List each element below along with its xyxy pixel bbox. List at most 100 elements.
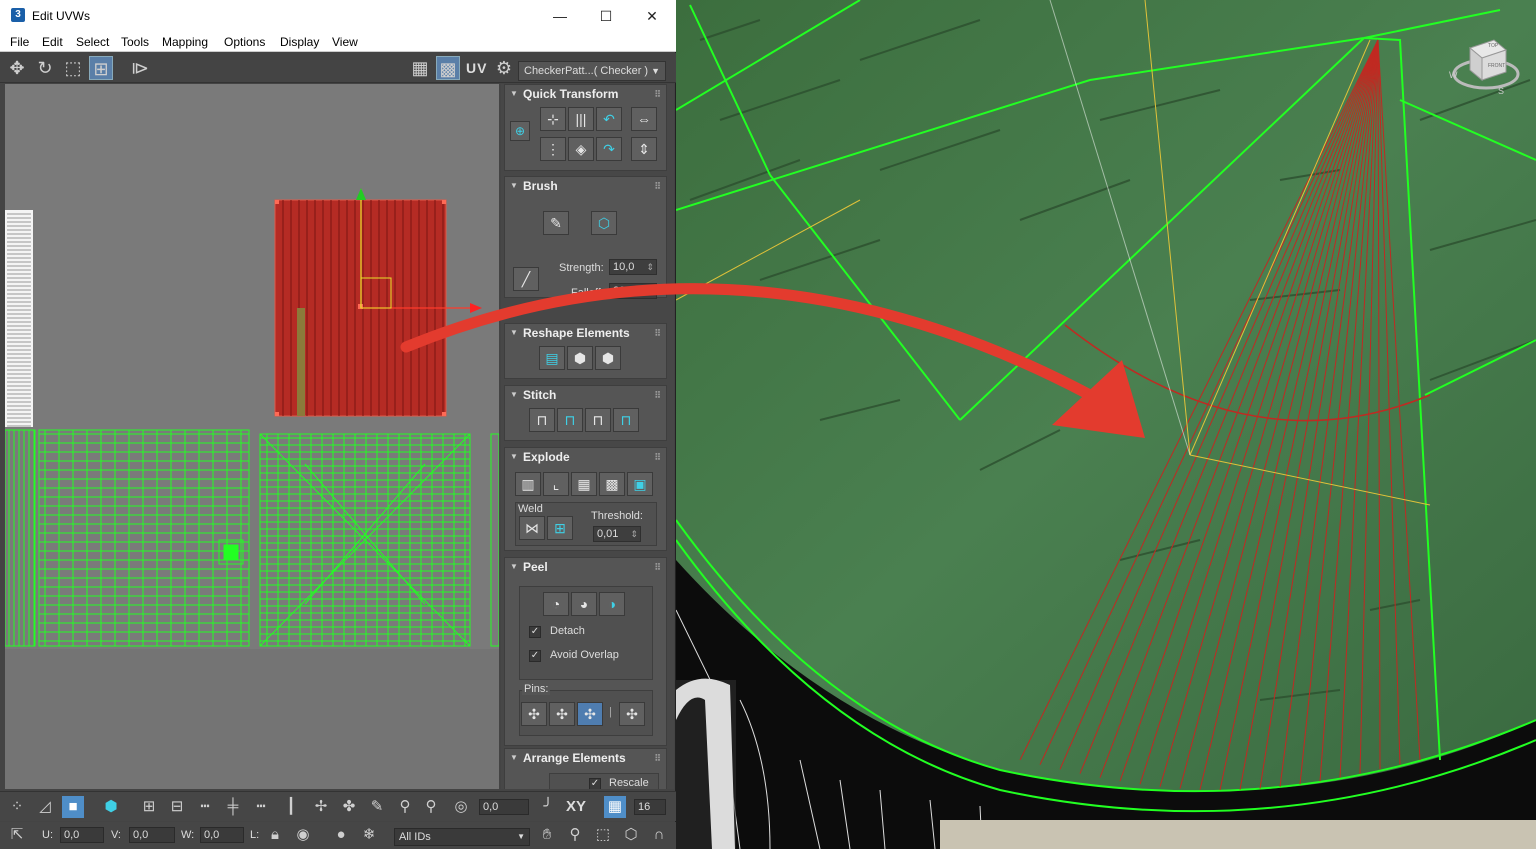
stitch-average-icon[interactable]: ⊓	[585, 408, 611, 432]
edge-loop-icon[interactable]: ┅	[250, 796, 272, 818]
peel-mode-icon[interactable]: ◕	[571, 592, 597, 616]
zoom-icon[interactable]: ⚲	[564, 824, 586, 846]
detach-checkbox[interactable]: ✓	[529, 626, 541, 638]
peel-reset-icon[interactable]: ◑	[599, 592, 625, 616]
v-field[interactable]: 0,0	[129, 827, 175, 843]
explode-header[interactable]: Explode⠿	[505, 448, 666, 466]
perspective-viewport[interactable]: TOP FRONT W S	[676, 0, 1536, 849]
checker-toggle-icon[interactable]: ▦	[408, 56, 432, 80]
material-id-dropdown[interactable]: All IDs ▼	[394, 828, 530, 846]
grid-size-spinner[interactable]: 16	[634, 799, 666, 815]
select-pins-icon[interactable]: ✣	[619, 702, 645, 726]
w-field[interactable]: 0,0	[200, 827, 244, 843]
quick-transform-header[interactable]: Quick Transform⠿	[505, 85, 666, 103]
freeze-toggle-icon[interactable]: ●	[330, 824, 352, 846]
minimize-button[interactable]: —	[537, 0, 583, 32]
stitch-header[interactable]: Stitch⠿	[505, 386, 666, 404]
threshold-spinner[interactable]: 0,01	[593, 526, 641, 542]
menu-options[interactable]: Options	[224, 35, 265, 49]
pan-icon[interactable]: ✋︎	[536, 824, 558, 846]
relax-settings-icon[interactable]: ⬢	[595, 346, 621, 370]
mirror-icon[interactable]: ⧐	[128, 56, 152, 80]
grow-selection-icon[interactable]: ⊞	[138, 796, 160, 818]
quick-peel-icon[interactable]: ◔	[543, 592, 569, 616]
soft-selection-icon[interactable]: ◎	[450, 796, 472, 818]
stitch-to-source-icon[interactable]: ⊓	[557, 408, 583, 432]
break-icon[interactable]: ▥	[515, 472, 541, 496]
falloff-curve-icon[interactable]: ╯	[537, 796, 559, 818]
menu-view[interactable]: View	[332, 35, 358, 49]
freeze-icon[interactable]: ❄	[358, 824, 380, 846]
element-mode-icon[interactable]: ⬢	[100, 796, 122, 818]
flatten-by-smoothing-icon[interactable]: ▩	[599, 472, 625, 496]
vertex-mode-icon[interactable]: ⁘	[6, 796, 28, 818]
pin-icon[interactable]: ✣	[521, 702, 547, 726]
straighten-selection-icon[interactable]: ▤	[539, 346, 565, 370]
ring-icon[interactable]: ┅	[194, 796, 216, 818]
paint-select-icon[interactable]: ✎	[366, 796, 388, 818]
menu-file[interactable]: File	[10, 35, 29, 49]
flatten-by-angle-icon[interactable]: ⌞	[543, 472, 569, 496]
snap-grid-icon[interactable]: ▦	[604, 796, 626, 818]
straighten-icon[interactable]: ◈	[568, 137, 594, 161]
rotate-cw-icon[interactable]: ↷	[596, 137, 622, 161]
weld-target-icon[interactable]: ⋈	[519, 516, 545, 540]
uv-space-label[interactable]: UV	[466, 60, 487, 76]
point-to-point-icon[interactable]: ┃	[280, 796, 302, 818]
relax-icon[interactable]: ⬢	[567, 346, 593, 370]
rotate-ccw-icon[interactable]: ↶	[596, 107, 622, 131]
hide-icon[interactable]: ◉	[292, 824, 314, 846]
snap-icon[interactable]: ∩	[648, 824, 670, 846]
loop-icon[interactable]: ╪	[222, 796, 244, 818]
space-vertical-icon[interactable]: |||	[568, 107, 594, 131]
menu-edit[interactable]: Edit	[42, 35, 63, 49]
stitch-to-target-icon[interactable]: ⊓	[613, 408, 639, 432]
close-button[interactable]: ✕	[629, 0, 675, 32]
maximize-button[interactable]: ☐	[583, 0, 629, 32]
menu-select[interactable]: Select	[76, 35, 109, 49]
shrink-selection-icon[interactable]: ⊟	[166, 796, 188, 818]
zoom-region-icon[interactable]: ⬚	[592, 824, 614, 846]
paint-grow-icon[interactable]: ⚲	[394, 796, 416, 818]
avoid-overlap-checkbox[interactable]: ✓	[529, 650, 541, 662]
freeform-mode-icon[interactable]: ⊞	[89, 56, 113, 80]
texture-dropdown[interactable]: CheckerPatt...( Checker ) ▼	[518, 61, 666, 81]
paint-shrink-icon[interactable]: ⚲	[420, 796, 442, 818]
menu-tools[interactable]: Tools	[121, 35, 149, 49]
falloff-spinner[interactable]: 20,0	[609, 283, 657, 299]
move-icon[interactable]: ✥	[5, 56, 29, 80]
soft-selection-falloff-spinner[interactable]: 0,0	[479, 799, 529, 815]
rescale-checkbox[interactable]: ✓	[589, 778, 601, 789]
menu-mapping[interactable]: Mapping	[162, 35, 208, 49]
zoom-extents-icon[interactable]: ⬡	[620, 824, 642, 846]
weld-selected-icon[interactable]: ⊞	[547, 516, 573, 540]
texture-settings-icon[interactable]: ⚙	[492, 56, 516, 80]
arrange-header[interactable]: Arrange Elements⠿	[505, 749, 666, 767]
stitch-custom-icon[interactable]: ⊓	[529, 408, 555, 432]
menu-display[interactable]: Display	[280, 35, 319, 49]
relax-brush-icon[interactable]: ⬡	[591, 211, 617, 235]
title-bar[interactable]: 3 Edit UVWs — ☐ ✕	[0, 0, 676, 32]
auto-pin-icon[interactable]: ✣	[577, 702, 603, 726]
ring-select-icon[interactable]: ✤	[338, 796, 360, 818]
show-map-icon[interactable]: ▩	[436, 56, 460, 80]
brush-header[interactable]: Brush⠿	[505, 177, 666, 195]
absolute-offset-icon[interactable]: ⇱	[6, 824, 28, 846]
strength-spinner[interactable]: 10,0	[609, 259, 657, 275]
rotate-icon[interactable]: ↻	[33, 56, 57, 80]
lock-icon[interactable]: 🔒︎	[264, 824, 286, 846]
add-symmetry-icon[interactable]: ⊕	[510, 121, 530, 141]
align-vertical-icon[interactable]: ⋮	[540, 137, 566, 161]
unpin-icon[interactable]: ✣	[549, 702, 575, 726]
viewcube[interactable]: TOP FRONT W S	[1448, 34, 1520, 96]
uv-editor-canvas[interactable]	[5, 84, 499, 789]
distribute-vertical-icon[interactable]: ⇕	[631, 137, 657, 161]
edge-mode-icon[interactable]: ◿	[34, 796, 56, 818]
align-horizontal-icon[interactable]: ⊹	[540, 107, 566, 131]
flatten-by-material-icon[interactable]: ▣	[627, 472, 653, 496]
paint-move-icon[interactable]: ✎	[543, 211, 569, 235]
loop-select-icon[interactable]: ✢	[310, 796, 332, 818]
u-field[interactable]: 0,0	[60, 827, 104, 843]
reshape-header[interactable]: Reshape Elements⠿	[505, 324, 666, 342]
falloff-type-icon[interactable]: ╱	[513, 267, 539, 291]
